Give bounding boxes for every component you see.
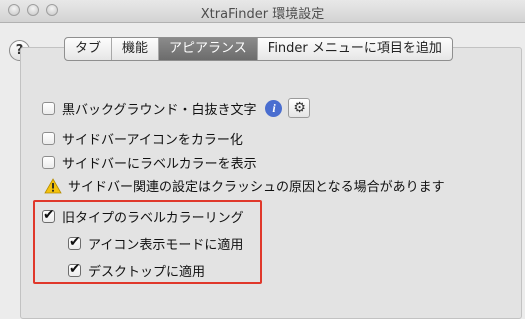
sidebar-icon-color-checkbox[interactable]	[42, 132, 55, 145]
option-apply-desktop: デスクトップに適用	[68, 261, 205, 280]
apply-icon-mode-checkbox[interactable]	[68, 234, 81, 250]
tab-tabs[interactable]: タブ	[65, 38, 113, 60]
sidebar-warning: サイドバー関連の設定はクラッシュの原因となる場合があります	[44, 176, 445, 195]
sidebar-label-color-label: サイドバーにラベルカラーを表示	[62, 157, 257, 172]
tab-features[interactable]: 機能	[112, 38, 160, 60]
apply-icon-mode-label: アイコン表示モードに適用	[88, 238, 244, 253]
old-label-ring-checkbox[interactable]	[42, 207, 55, 223]
tab-appearance[interactable]: アピアランス	[159, 38, 258, 60]
info-icon[interactable]: i	[265, 99, 283, 117]
option-sidebar-icon-color: サイドバーアイコンをカラー化	[42, 129, 243, 148]
old-label-ring-label: 旧タイプのラベルカラーリング	[62, 211, 244, 226]
option-sidebar-label-color: サイドバーにラベルカラーを表示	[42, 153, 257, 172]
option-old-label-ring: 旧タイプのラベルカラーリング	[42, 207, 244, 226]
black-background-checkbox[interactable]	[42, 101, 55, 115]
option-apply-icon-mode: アイコン表示モードに適用	[68, 234, 243, 253]
window-title: XtraFinder 環境設定	[200, 7, 325, 22]
apply-desktop-label: デスクトップに適用	[88, 265, 206, 280]
option-black-background: 黒バックグラウンド・白抜き文字 i ⚙	[42, 98, 311, 118]
gear-icon[interactable]: ⚙	[288, 98, 311, 118]
apply-desktop-checkbox[interactable]	[68, 261, 81, 277]
tab-finder-menu-items[interactable]: Finder メニューに項目を追加	[258, 38, 452, 60]
warning-icon	[44, 177, 62, 193]
preferences-tab-bar: タブ 機能 アピアランス Finder メニューに項目を追加	[64, 37, 453, 61]
black-background-label: 黒バックグラウンド・白抜き文字	[62, 102, 257, 118]
sidebar-icon-color-label: サイドバーアイコンをカラー化	[62, 133, 243, 148]
sidebar-label-color-checkbox[interactable]	[42, 156, 55, 169]
title-bar: XtraFinder 環境設定	[0, 0, 525, 23]
warning-text: サイドバー関連の設定はクラッシュの原因となる場合があります	[68, 180, 445, 195]
